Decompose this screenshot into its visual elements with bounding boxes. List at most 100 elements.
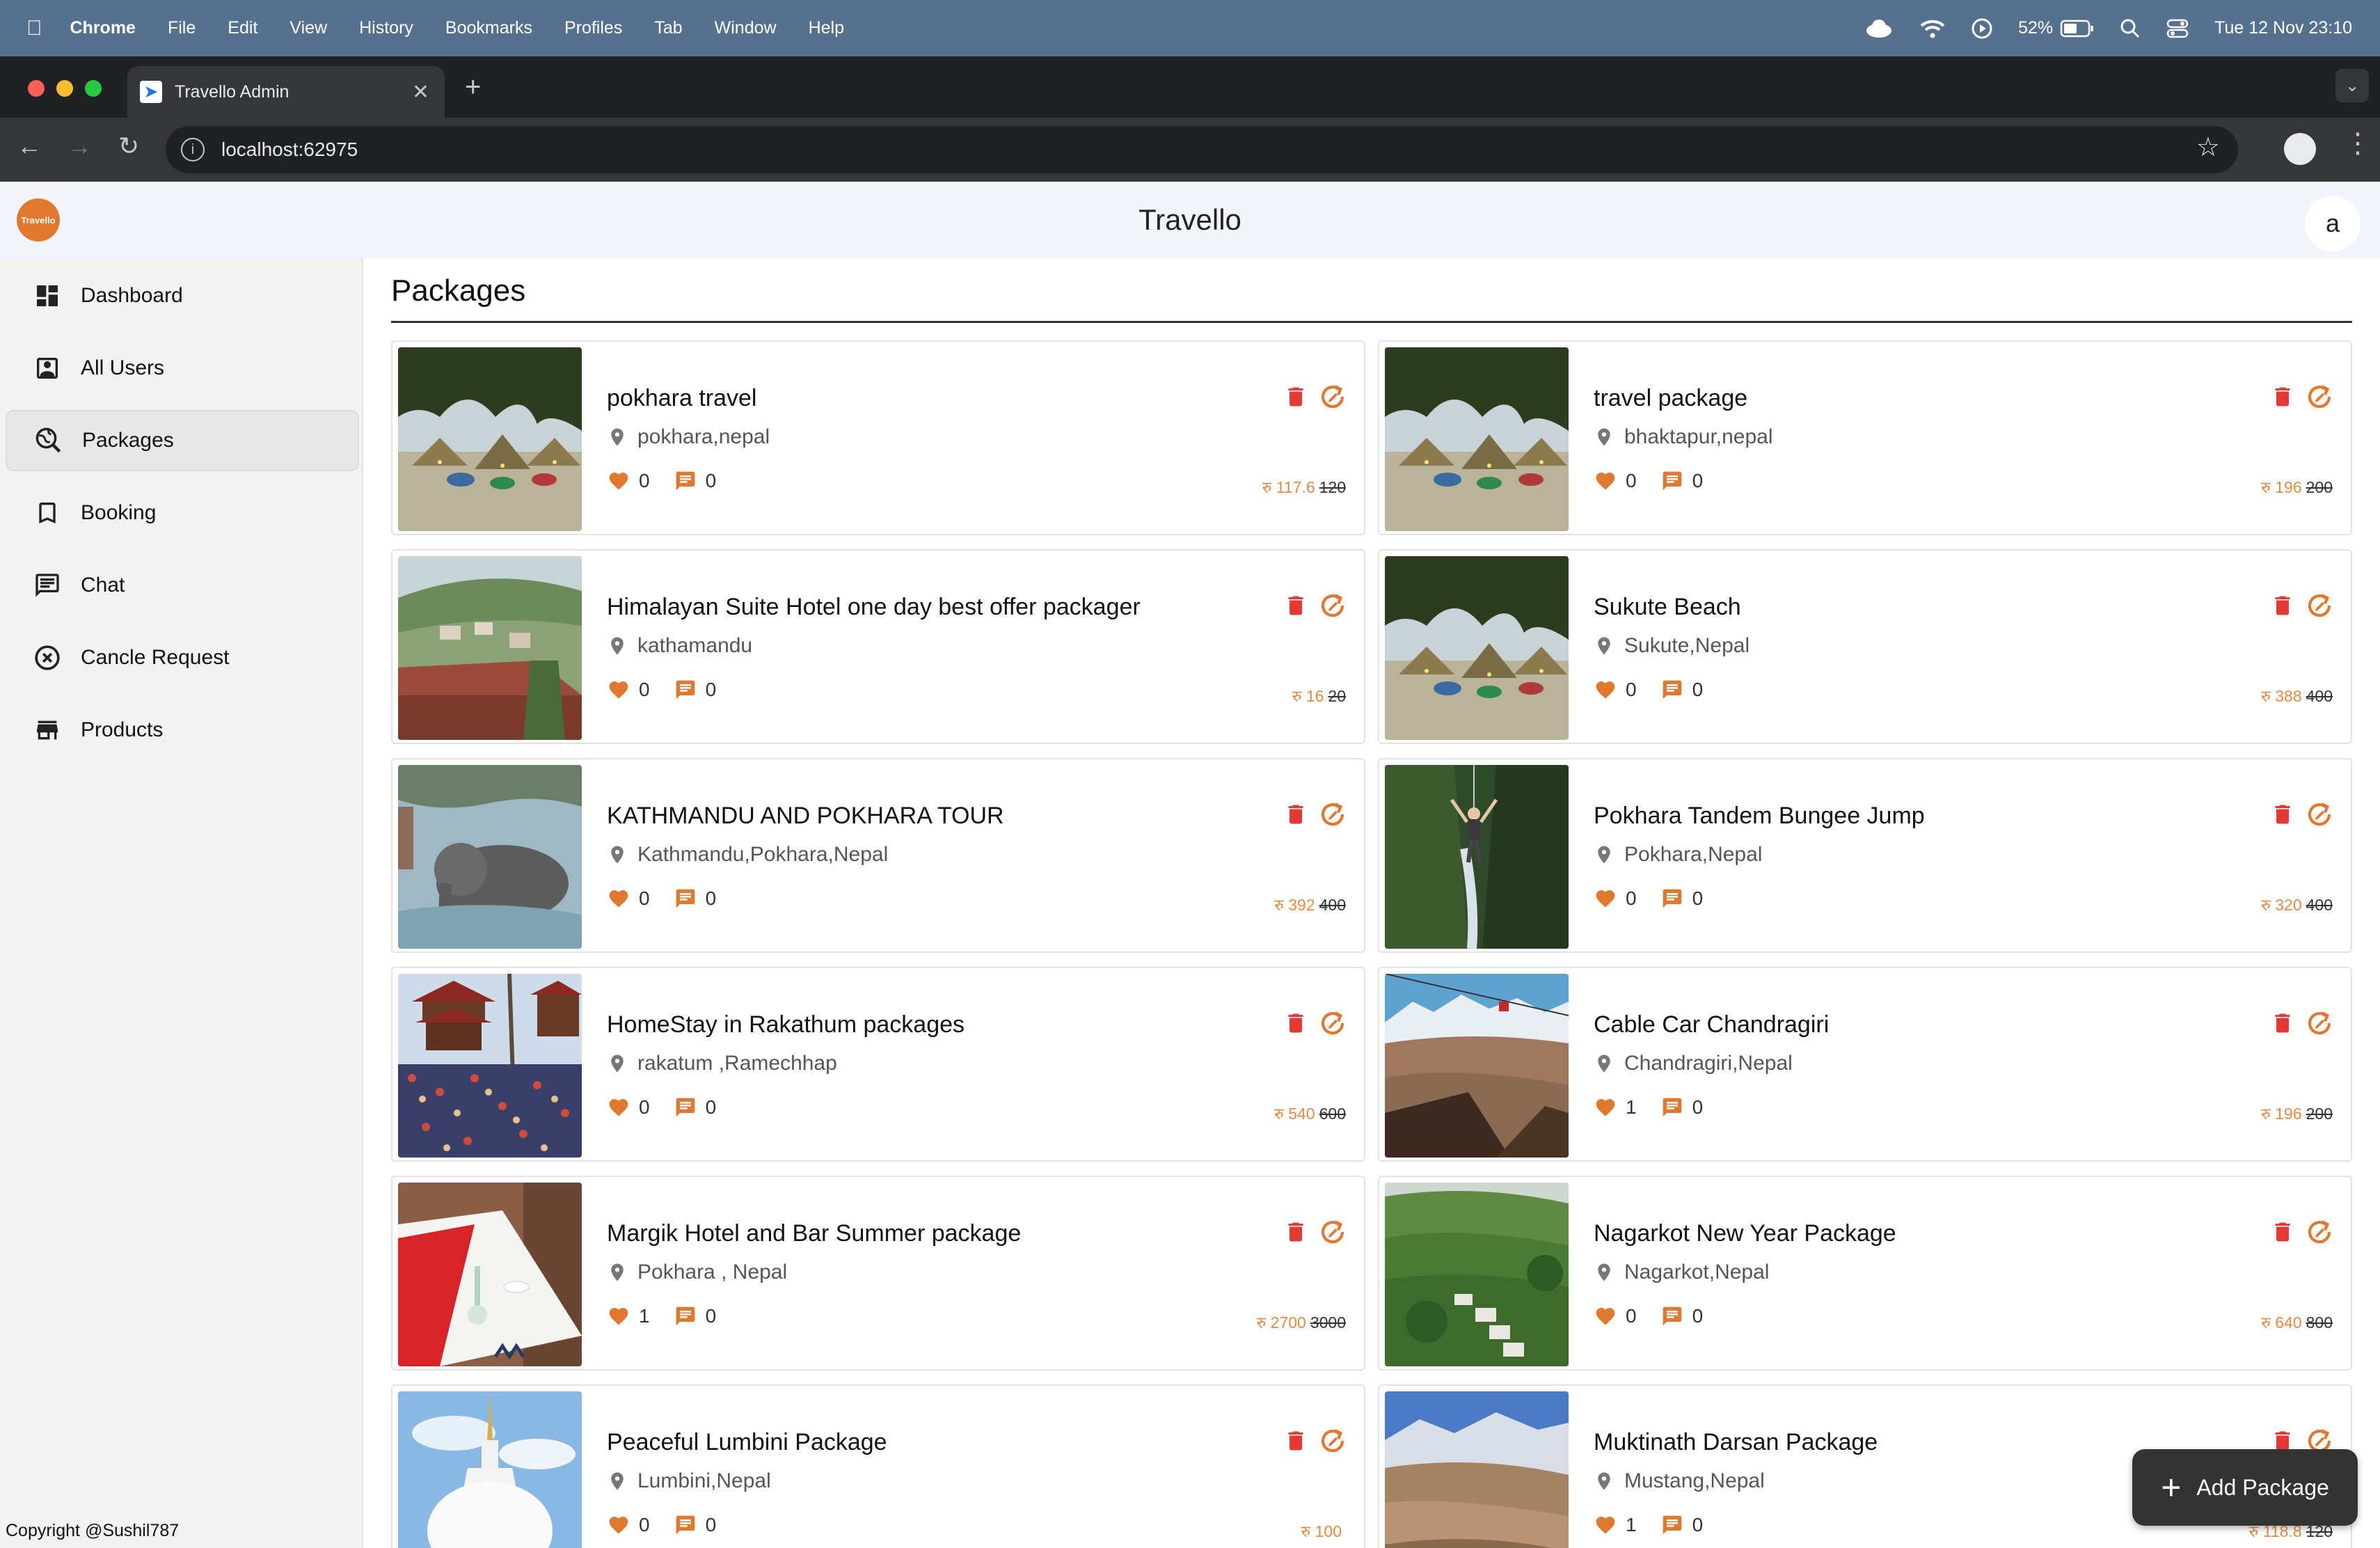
menu-help[interactable]: Help xyxy=(809,18,844,38)
menu-profiles[interactable]: Profiles xyxy=(564,18,622,38)
comment-icon[interactable] xyxy=(1660,1305,1684,1327)
package-image[interactable] xyxy=(1385,347,1569,531)
sidebar-item-booking[interactable]: Booking xyxy=(6,482,359,544)
tab-close-icon[interactable]: ✕ xyxy=(412,80,429,104)
package-image[interactable] xyxy=(1385,1391,1569,1548)
comment-icon[interactable] xyxy=(1660,887,1684,910)
weather-icon[interactable] xyxy=(1864,18,1894,39)
edit-refresh-icon[interactable] xyxy=(2305,1217,2334,1247)
package-image[interactable] xyxy=(1385,1183,1569,1366)
edit-refresh-icon[interactable] xyxy=(1318,382,1347,411)
delete-icon[interactable] xyxy=(1283,800,1308,828)
avatar[interactable]: a xyxy=(2305,196,2361,251)
menu-file[interactable]: File xyxy=(168,18,196,38)
delete-icon[interactable] xyxy=(2270,1218,2295,1246)
delete-icon[interactable] xyxy=(1283,592,1308,619)
heart-icon[interactable] xyxy=(1594,679,1617,701)
comment-icon[interactable] xyxy=(674,1305,697,1327)
window-zoom-button[interactable] xyxy=(85,80,102,97)
battery-icon[interactable] xyxy=(2060,19,2095,38)
delete-icon[interactable] xyxy=(2270,383,2295,411)
package-card[interactable]: Cable Car Chandragiri Chandragiri,Nepal … xyxy=(1378,967,2352,1162)
clock[interactable]: Tue 12 Nov 23:10 xyxy=(2214,18,2352,38)
package-image[interactable] xyxy=(1385,556,1569,740)
browser-tab-active[interactable]: ➤ Travello Admin ✕ xyxy=(127,66,445,118)
travello-logo[interactable]: Travello xyxy=(17,198,60,242)
delete-icon[interactable] xyxy=(1283,1427,1308,1455)
package-card[interactable]: pokhara travel pokhara,nepal 0 0 रु 117.… xyxy=(391,340,1365,535)
package-image[interactable] xyxy=(1385,974,1569,1158)
heart-icon[interactable] xyxy=(607,470,630,492)
comment-icon[interactable] xyxy=(1660,679,1684,701)
media-play-icon[interactable] xyxy=(1971,17,1993,40)
package-card[interactable]: travel package bhaktapur,nepal 0 0 रु 19… xyxy=(1378,340,2352,535)
heart-icon[interactable] xyxy=(607,1305,630,1327)
package-image[interactable] xyxy=(398,347,582,531)
package-image[interactable] xyxy=(1385,765,1569,949)
menu-edit[interactable]: Edit xyxy=(228,18,257,38)
package-card[interactable]: KATHMANDU AND POKHARA TOUR Kathmandu,Pok… xyxy=(391,758,1365,953)
edit-refresh-icon[interactable] xyxy=(1318,800,1347,829)
comment-icon[interactable] xyxy=(674,470,697,492)
heart-icon[interactable] xyxy=(1594,1305,1617,1327)
apple-icon[interactable]:  xyxy=(26,17,42,40)
new-tab-icon[interactable]: + xyxy=(465,72,481,103)
sidebar-item-cancel-request[interactable]: Cancle Request xyxy=(6,627,359,688)
spotlight-search-icon[interactable] xyxy=(2120,18,2141,39)
heart-icon[interactable] xyxy=(1594,470,1617,492)
menu-bookmarks[interactable]: Bookmarks xyxy=(445,18,532,38)
package-card[interactable]: Sukute Beach Sukute,Nepal 0 0 रु 388 400 xyxy=(1378,549,2352,744)
heart-icon[interactable] xyxy=(1594,1514,1617,1536)
package-card[interactable]: Margik Hotel and Bar Summer package Pokh… xyxy=(391,1176,1365,1371)
package-card[interactable]: Himalayan Suite Hotel one day best offer… xyxy=(391,549,1365,744)
package-image[interactable] xyxy=(398,765,582,949)
menu-app-name[interactable]: Chrome xyxy=(70,18,136,38)
delete-icon[interactable] xyxy=(1283,383,1308,411)
comment-icon[interactable] xyxy=(1660,1096,1684,1119)
edit-refresh-icon[interactable] xyxy=(1318,1009,1347,1038)
heart-icon[interactable] xyxy=(607,1096,630,1119)
forward-arrow-icon[interactable]: → xyxy=(67,132,92,161)
site-info-icon[interactable]: i xyxy=(181,138,205,161)
edit-refresh-icon[interactable] xyxy=(1318,1217,1347,1247)
comment-icon[interactable] xyxy=(674,1514,697,1536)
heart-icon[interactable] xyxy=(607,1514,630,1536)
edit-refresh-icon[interactable] xyxy=(2305,1009,2334,1038)
package-card[interactable]: Peaceful Lumbini Package Lumbini,Nepal 0… xyxy=(391,1384,1365,1548)
chrome-menu-icon[interactable]: ⋮ xyxy=(2344,127,2372,159)
menu-tab[interactable]: Tab xyxy=(654,18,682,38)
delete-icon[interactable] xyxy=(2270,592,2295,619)
heart-icon[interactable] xyxy=(607,679,630,701)
delete-icon[interactable] xyxy=(2270,1009,2295,1037)
package-image[interactable] xyxy=(398,556,582,740)
menu-view[interactable]: View xyxy=(289,18,327,38)
sidebar-item-dashboard[interactable]: Dashboard xyxy=(6,265,359,326)
delete-icon[interactable] xyxy=(2270,800,2295,828)
sidebar-item-chat[interactable]: Chat xyxy=(6,555,359,616)
edit-refresh-icon[interactable] xyxy=(1318,1426,1347,1455)
edit-refresh-icon[interactable] xyxy=(2305,800,2334,829)
heart-icon[interactable] xyxy=(607,887,630,910)
sidebar-item-all-users[interactable]: All Users xyxy=(6,338,359,399)
add-package-button[interactable]: + Add Package xyxy=(2132,1449,2358,1526)
address-bar[interactable]: i localhost:62975 ☆ xyxy=(166,126,2238,173)
sidebar-item-packages[interactable]: Packages xyxy=(6,410,359,471)
edit-refresh-icon[interactable] xyxy=(1318,591,1347,620)
menu-window[interactable]: Window xyxy=(715,18,777,38)
tab-search-chevron-icon[interactable]: ⌄ xyxy=(2335,69,2369,102)
comment-icon[interactable] xyxy=(674,1096,697,1119)
delete-icon[interactable] xyxy=(1283,1218,1308,1246)
edit-refresh-icon[interactable] xyxy=(2305,591,2334,620)
sidebar-item-products[interactable]: Products xyxy=(6,700,359,761)
menu-history[interactable]: History xyxy=(359,18,413,38)
comment-icon[interactable] xyxy=(674,679,697,701)
package-card[interactable]: Pokhara Tandem Bungee Jump Pokhara,Nepal… xyxy=(1378,758,2352,953)
comment-icon[interactable] xyxy=(1660,470,1684,492)
url-text[interactable]: localhost:62975 xyxy=(221,139,358,161)
heart-icon[interactable] xyxy=(1594,1096,1617,1119)
reload-icon[interactable]: ↻ xyxy=(118,132,139,161)
profile-icon[interactable] xyxy=(2284,133,2316,165)
control-center-icon[interactable] xyxy=(2166,18,2189,39)
package-image[interactable] xyxy=(398,974,582,1158)
window-minimize-button[interactable] xyxy=(56,80,73,97)
